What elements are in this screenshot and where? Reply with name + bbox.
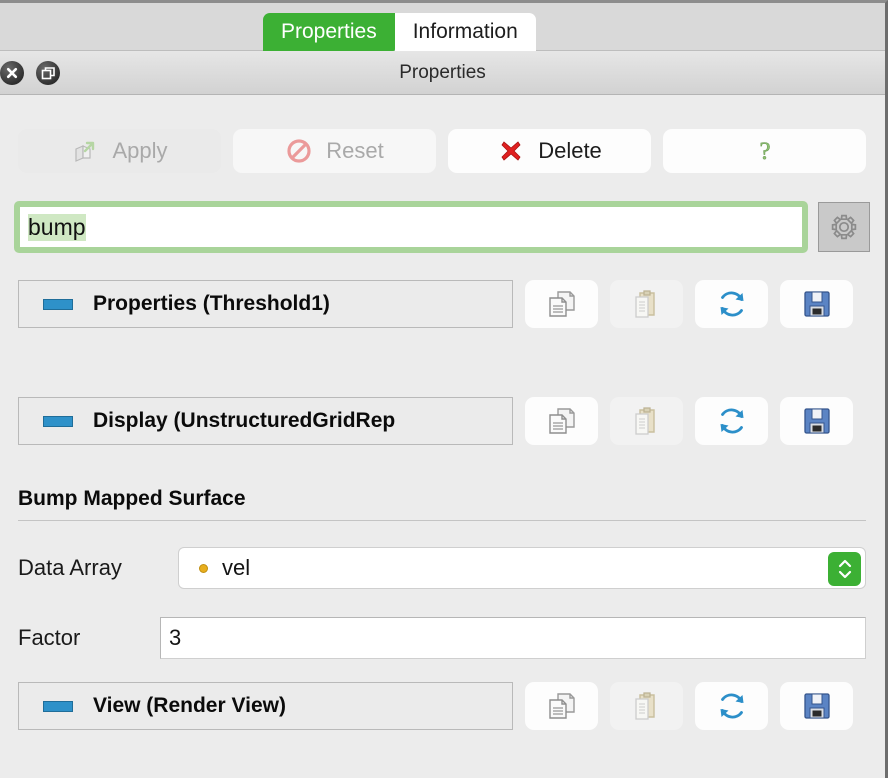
properties-panel: Properties Information Properties Apply … (0, 0, 888, 778)
collapse-minus-icon (43, 700, 73, 712)
dock-titlebar: Properties (0, 51, 885, 95)
paste-properties-button[interactable] (610, 280, 683, 328)
data-array-spinner[interactable] (828, 552, 861, 586)
close-x-icon (6, 67, 18, 79)
paste-display-button[interactable] (610, 397, 683, 445)
restore-defaults-display-button[interactable] (695, 397, 768, 445)
panel-tabstrip: Properties Information (0, 3, 885, 51)
panel-body: Apply Reset Delete ? bump Properties (Th… (0, 95, 885, 778)
paste-view-button[interactable] (610, 682, 683, 730)
save-view-button[interactable] (780, 682, 853, 730)
section-view-header[interactable]: View (Render View) (18, 682, 513, 730)
section-properties-header[interactable]: Properties (Threshold1) (18, 280, 513, 328)
restore-defaults-view-button[interactable] (695, 682, 768, 730)
tab-properties[interactable]: Properties (263, 13, 395, 51)
group-bump-mapped-surface: Bump Mapped Surface (18, 487, 866, 521)
help-question-icon: ? (751, 137, 779, 165)
data-array-value: vel (222, 555, 251, 580)
tab-list: Properties Information (263, 13, 536, 51)
help-button[interactable]: ? (663, 129, 866, 173)
copy-display-button[interactable] (525, 397, 598, 445)
delete-button[interactable]: Delete (448, 129, 651, 173)
copy-icon (548, 408, 575, 434)
section-display-buttons (525, 397, 853, 445)
data-array-combobox[interactable]: vel (178, 547, 866, 589)
copy-icon (548, 291, 575, 317)
apply-button[interactable]: Apply (18, 129, 221, 173)
delete-red-x-icon (497, 137, 525, 165)
restore-defaults-icon (720, 291, 743, 317)
up-down-chevrons-icon (838, 559, 851, 579)
section-view-label: View (Render View) (93, 694, 286, 717)
copy-view-button[interactable] (525, 682, 598, 730)
restore-defaults-icon (720, 693, 743, 719)
restore-defaults-properties-button[interactable] (695, 280, 768, 328)
gear-icon (831, 214, 857, 240)
reset-button-label: Reset (326, 138, 384, 163)
paste-icon (634, 407, 655, 435)
section-display: Display (UnstructuredGridRep (18, 397, 866, 445)
undock-button[interactable] (36, 61, 60, 85)
save-icon (803, 408, 830, 434)
reset-prohibition-icon (285, 137, 313, 165)
section-view-buttons (525, 682, 853, 730)
tab-properties-label: Properties (281, 20, 377, 43)
paste-icon (634, 290, 655, 318)
toggle-advanced-button[interactable] (818, 202, 870, 252)
copy-icon (548, 693, 575, 719)
collapse-minus-icon (43, 298, 73, 310)
svg-text:?: ? (759, 138, 770, 165)
panel-toolbar: Apply Reset Delete ? (18, 129, 866, 173)
apply-cube-arrow-icon (71, 137, 99, 165)
paste-icon (634, 692, 655, 720)
search-row (14, 201, 870, 253)
section-display-header[interactable]: Display (UnstructuredGridRep (18, 397, 513, 445)
dock-title-text: Properties (399, 62, 486, 83)
undock-window-icon (41, 66, 55, 79)
section-display-label: Display (UnstructuredGridRep (93, 409, 396, 432)
group-divider (18, 520, 866, 521)
tab-information-label: Information (412, 20, 518, 43)
copy-properties-button[interactable] (525, 280, 598, 328)
point-data-dot-icon (199, 563, 208, 573)
search-field-wrapper (14, 201, 808, 253)
factor-label: Factor (18, 625, 81, 650)
delete-button-label: Delete (538, 138, 602, 163)
section-properties-buttons (525, 280, 853, 328)
group-title: Bump Mapped Surface (18, 487, 246, 510)
reset-button[interactable]: Reset (233, 129, 436, 173)
section-properties: Properties (Threshold1) (18, 280, 866, 328)
section-properties-label: Properties (Threshold1) (93, 292, 330, 315)
property-row-factor: Factor (18, 617, 866, 659)
section-view: View (Render View) (18, 682, 866, 730)
save-properties-button[interactable] (780, 280, 853, 328)
apply-button-label: Apply (112, 138, 168, 163)
search-input[interactable] (20, 207, 802, 247)
data-array-label: Data Array (18, 555, 122, 580)
restore-defaults-icon (720, 408, 743, 434)
save-icon (803, 291, 830, 317)
factor-input[interactable] (160, 617, 866, 659)
tab-information[interactable]: Information (394, 13, 536, 51)
close-button[interactable] (0, 61, 24, 85)
collapse-minus-icon (43, 415, 73, 427)
save-display-button[interactable] (780, 397, 853, 445)
save-icon (803, 693, 830, 719)
property-row-data-array: Data Array vel (18, 547, 866, 589)
